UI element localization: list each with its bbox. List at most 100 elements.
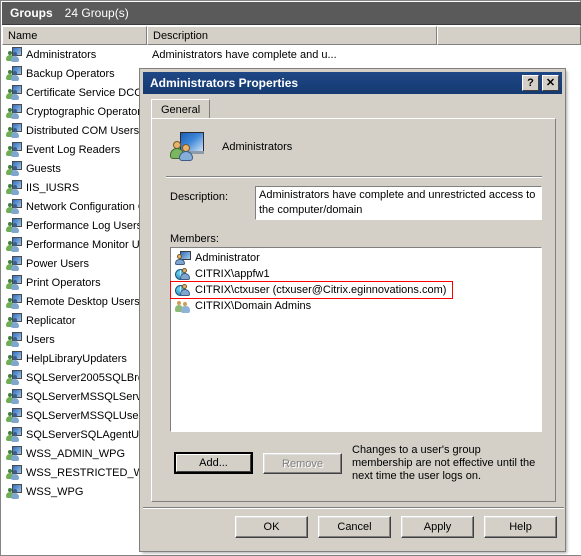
group-name-text: SQLServerMSSQLUser [26, 409, 143, 422]
add-button[interactable]: Add... [174, 452, 253, 474]
member-name: CITRIX\appfw1 [195, 268, 270, 280]
list-item[interactable]: CITRIX\ctxuser (ctxuser@Citrix.eginnovat… [171, 282, 541, 298]
group-name-cell: Replicator [2, 312, 147, 329]
close-icon[interactable]: ✕ [542, 75, 559, 91]
group-icon [6, 217, 22, 234]
domain-user-icon [175, 282, 191, 298]
group-name-text: Cryptographic Operators [26, 105, 147, 118]
group-name-label: Administrators [222, 141, 293, 153]
group-name-cell: Power Users [2, 255, 147, 272]
group-name-text: SQLServerSQLAgentUser [26, 428, 147, 441]
group-name-text: SQLServer2005SQLBrowserUser [26, 371, 147, 384]
group-name-text: WSS_RESTRICTED_WPG [26, 466, 147, 479]
apply-button[interactable]: Apply [401, 516, 474, 538]
group-name-text: Remote Desktop Users [26, 295, 140, 308]
group-name-text: IIS_IUSRS [26, 181, 80, 194]
table-row[interactable]: Administrators Administrators have comple… [2, 45, 581, 64]
separator [166, 176, 542, 178]
column-headers: Name Description [2, 26, 581, 45]
group-icon [6, 426, 22, 443]
group-icon [6, 483, 22, 500]
tab-general[interactable]: General [151, 99, 211, 119]
group-name-cell: WSS_WPG [2, 483, 147, 500]
group-name-text: WSS_ADMIN_WPG [26, 447, 126, 460]
group-name-text: Print Operators [26, 276, 101, 289]
group-name-cell: SQLServerSQLAgentUser [2, 426, 147, 443]
group-name-text: Network Configuration Operators [26, 200, 147, 213]
tab-strip: General [151, 99, 556, 119]
group-icon [6, 84, 22, 101]
group-name-text: WSS_WPG [26, 485, 84, 498]
list-item[interactable]: CITRIX\appfw1 [171, 266, 541, 282]
group-icon [6, 293, 22, 310]
groups-window-header: Groups 24 Group(s) [2, 2, 581, 25]
group-icon [6, 122, 22, 139]
description-field[interactable]: Administrators have complete and unrestr… [255, 186, 542, 220]
group-icon [6, 160, 22, 177]
group-description-cell: Administrators have complete and u... [152, 48, 337, 61]
group-name-text: Event Log Readers [26, 143, 121, 156]
group-name-cell: Distributed COM Users [2, 122, 147, 139]
group-icon [6, 369, 22, 386]
group-icon [175, 298, 191, 314]
group-header: Administrators [170, 131, 292, 163]
help-button[interactable]: Help [484, 516, 557, 538]
group-icon [6, 407, 22, 424]
dialog-titlebar[interactable]: Administrators Properties ? ✕ [143, 72, 562, 94]
bottom-separator [143, 507, 564, 509]
cancel-button[interactable]: Cancel [318, 516, 391, 538]
group-name-text: Distributed COM Users [26, 124, 140, 137]
members-list[interactable]: Administrator CITRIX\appfw1 CITRIX\ctxuser… [170, 247, 542, 432]
group-name-text: Performance Monitor Users [26, 238, 147, 251]
group-name-cell: SQLServerMSSQLUser [2, 407, 147, 424]
group-icon [6, 198, 22, 215]
group-name-text: Users [26, 333, 55, 346]
column-header-blank[interactable] [437, 26, 581, 45]
group-name-cell: WSS_ADMIN_WPG [2, 445, 147, 462]
group-icon [6, 179, 22, 196]
group-name-cell: Performance Monitor Users [2, 236, 147, 253]
groups-count: 24 Group(s) [64, 6, 129, 20]
group-name-cell: Event Log Readers [2, 141, 147, 158]
group-icon [170, 131, 204, 163]
list-item[interactable]: Administrator [171, 250, 541, 266]
column-header-name[interactable]: Name [2, 26, 147, 45]
group-name-text: Power Users [26, 257, 89, 270]
group-name-cell: Remote Desktop Users [2, 293, 147, 310]
group-name-cell: WSS_RESTRICTED_WPG [2, 464, 147, 481]
add-button-label: Add... [176, 454, 251, 472]
group-name-cell: Certificate Service DCOM Access [2, 84, 147, 101]
group-name-cell: HelpLibraryUpdaters [2, 350, 147, 367]
administrators-properties-dialog: Administrators Properties ? ✕ General Ad… [139, 68, 566, 552]
group-name-cell: SQLServer2005SQLBrowserUser [2, 369, 147, 386]
member-name: Administrator [195, 252, 260, 264]
group-name-cell: IIS_IUSRS [2, 179, 147, 196]
column-header-description[interactable]: Description [147, 26, 437, 45]
member-name: CITRIX\Domain Admins [195, 300, 312, 312]
group-name-text: Replicator [26, 314, 76, 327]
group-icon [6, 331, 22, 348]
group-name-text: Backup Operators [26, 67, 115, 80]
member-name: CITRIX\ctxuser (ctxuser@Citrix.eginnovat… [195, 284, 447, 296]
group-icon [6, 388, 22, 405]
group-name-cell: Network Configuration Operators [2, 198, 147, 215]
members-label: Members: [170, 233, 219, 245]
ok-button[interactable]: OK [235, 516, 308, 538]
help-icon[interactable]: ? [522, 75, 539, 91]
group-name-cell: Backup Operators [2, 65, 147, 82]
group-name-text: Certificate Service DCOM Access [26, 86, 147, 99]
group-icon [6, 236, 22, 253]
group-name-cell: Administrators [2, 46, 147, 63]
group-name-text: HelpLibraryUpdaters [26, 352, 127, 365]
remove-button[interactable]: Remove [263, 453, 342, 474]
group-name-text: SQLServerMSSQLServerADHelperUser [26, 390, 147, 403]
membership-note: Changes to a user's group membership are… [352, 444, 536, 482]
group-icon [6, 445, 22, 462]
group-name-cell: Cryptographic Operators [2, 103, 147, 120]
list-item[interactable]: CITRIX\Domain Admins [171, 298, 541, 314]
local-user-icon [175, 250, 191, 266]
group-name-cell: Users [2, 331, 147, 348]
group-name-cell: Guests [2, 160, 147, 177]
group-icon [6, 46, 22, 63]
group-name-cell: SQLServerMSSQLServerADHelperUser [2, 388, 147, 405]
